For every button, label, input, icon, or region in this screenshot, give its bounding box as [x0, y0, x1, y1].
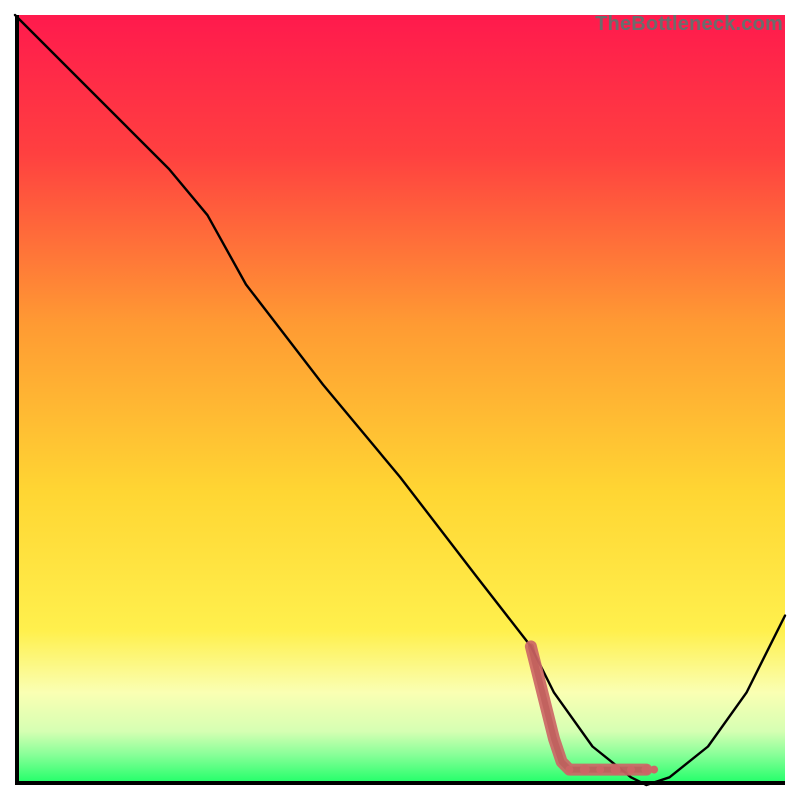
y-axis — [15, 15, 19, 785]
plot-area: TheBottleneck.com — [15, 15, 785, 785]
chart-overlay — [15, 15, 785, 785]
watermark-text: TheBottleneck.com — [595, 13, 783, 36]
ideal-zone-marker — [531, 646, 658, 774]
bottleneck-curve — [15, 15, 785, 785]
chart-container: TheBottleneck.com — [0, 0, 800, 800]
x-axis — [15, 781, 785, 785]
